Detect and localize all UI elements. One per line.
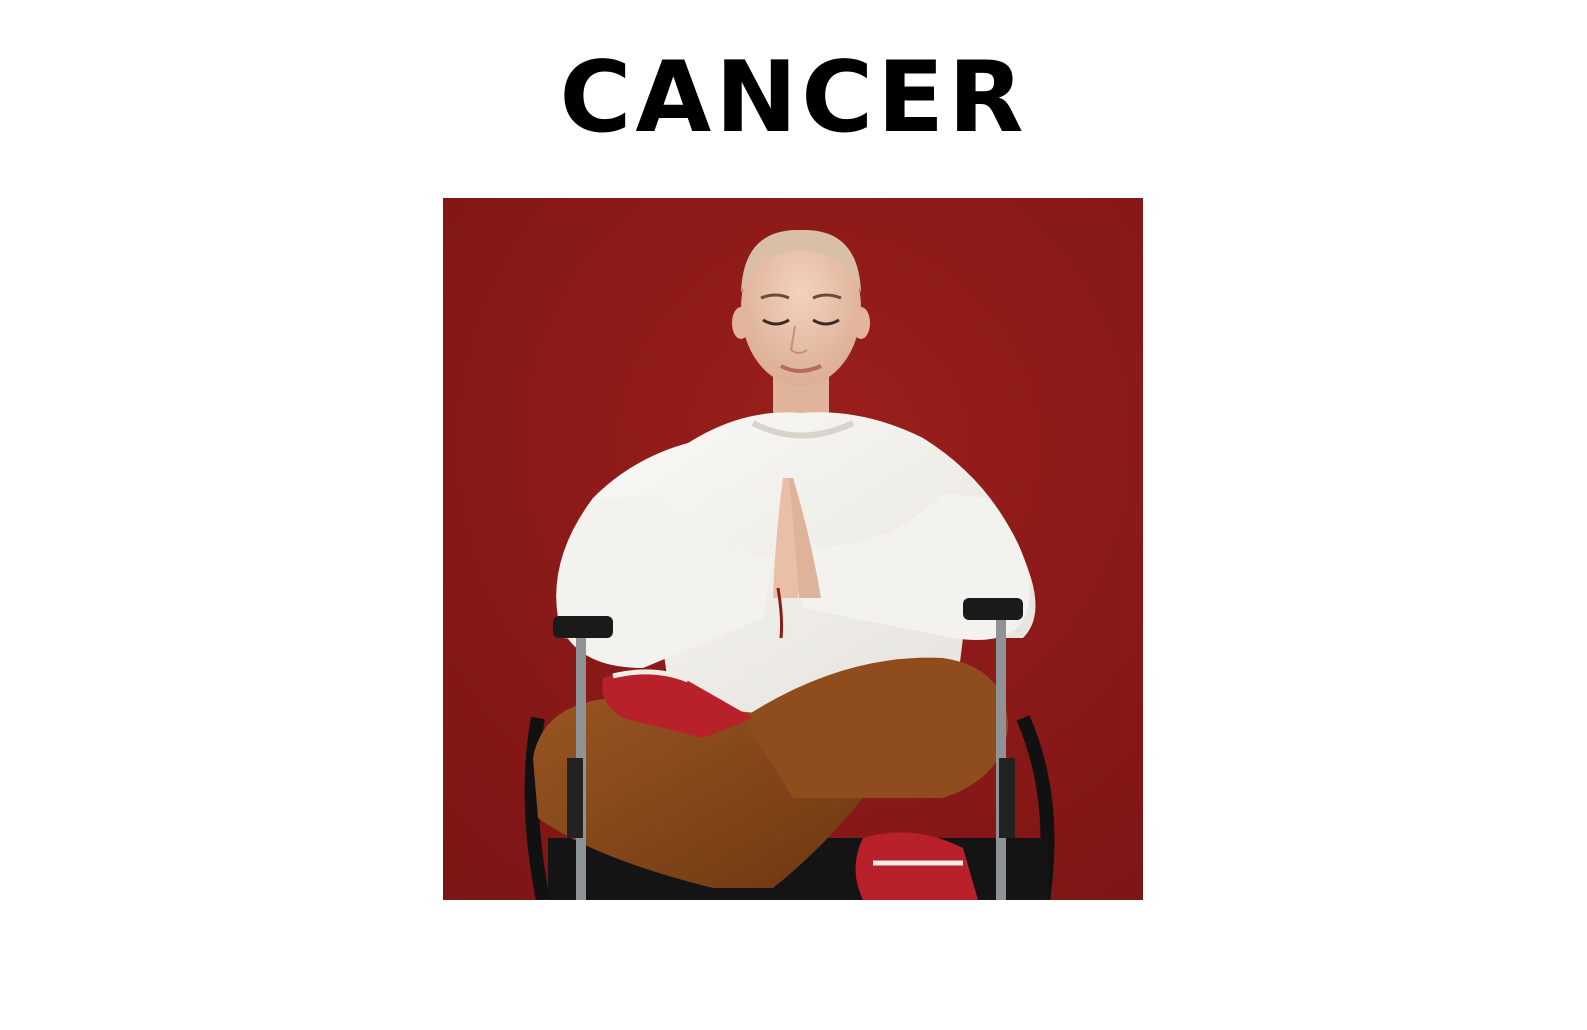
hero-photo [443,198,1143,900]
page: CANCER [0,0,1587,1030]
photo-illustration [443,198,1143,900]
page-title: CANCER [559,41,1028,155]
